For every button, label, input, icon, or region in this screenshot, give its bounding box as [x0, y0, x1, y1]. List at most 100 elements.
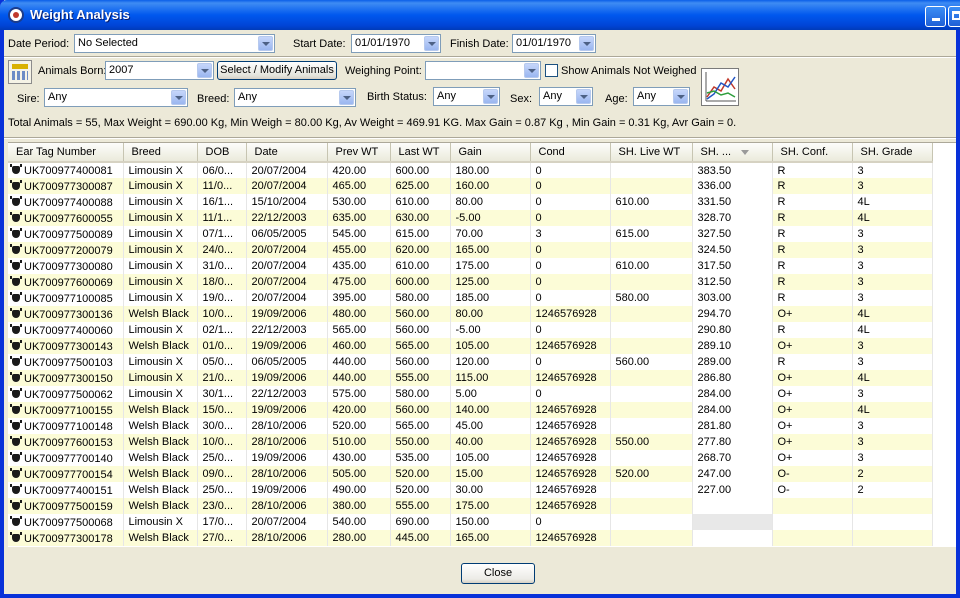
column-header-gain[interactable]: Gain [450, 143, 531, 163]
close-button[interactable]: Close [461, 563, 535, 584]
prev-wt-cell: 420.00 [327, 162, 391, 178]
maximize-button[interactable] [948, 6, 960, 27]
table-row[interactable]: UK700977200079 Limousin X 24/0... 20/07/200… [8, 242, 933, 258]
select-modify-animals-button[interactable]: Select / Modify Animals [217, 61, 337, 80]
table-row[interactable]: UK700977400081 Limousin X 06/0... 20/07/200… [8, 162, 933, 178]
table-row[interactable]: UK700977500103 Limousin X 05/0... 06/05/200… [8, 354, 933, 370]
date-period-select[interactable]: No Selected [74, 34, 275, 53]
breed-cell: Limousin X [123, 274, 198, 290]
cond-cell: 1246576928 [530, 306, 611, 322]
sh-conf-cell: O+ [772, 418, 853, 434]
cow-icon [10, 483, 22, 495]
table-row[interactable]: UK700977500089 Limousin X 07/1... 06/05/200… [8, 226, 933, 242]
table-row[interactable]: UK700977700154 Welsh Black 09/0... 28/10/20… [8, 466, 933, 482]
ear-tag-text: UK700977300080 [24, 260, 113, 273]
age-select[interactable]: Any [633, 87, 690, 106]
chevron-down-icon[interactable] [483, 89, 498, 104]
chevron-down-icon[interactable] [171, 90, 186, 105]
last-wt-cell: 560.00 [390, 354, 451, 370]
column-header-breed[interactable]: Breed [123, 143, 198, 163]
chevron-down-icon[interactable] [524, 63, 539, 78]
table-row[interactable]: UK700977100148 Welsh Black 30/0... 28/10/20… [8, 418, 933, 434]
sh-grade-cell [852, 530, 933, 546]
chevron-down-icon[interactable] [576, 89, 591, 104]
column-header-ear-tag[interactable]: Ear Tag Number [8, 143, 124, 163]
dob-cell: 10/0... [197, 434, 247, 450]
prev-wt-cell: 635.00 [327, 210, 391, 226]
table-row[interactable]: UK700977500068 Limousin X 17/0... 20/07/200… [8, 514, 933, 530]
ear-tag-text: UK700977600069 [24, 276, 113, 289]
table-row[interactable]: UK700977400151 Welsh Black 25/0... 19/09/20… [8, 482, 933, 498]
prev-wt-cell: 460.00 [327, 338, 391, 354]
sex-select[interactable]: Any [539, 87, 593, 106]
sh-conf-cell: R [772, 322, 853, 338]
column-header-last-wt[interactable]: Last WT [390, 143, 451, 163]
table-row[interactable]: UK700977100085 Limousin X 19/0... 20/07/200… [8, 290, 933, 306]
column-header-sh-live-wt[interactable]: SH. Live WT [610, 143, 693, 163]
chevron-down-icon[interactable] [339, 90, 354, 105]
table-body: UK700977400081 Limousin X 06/0... 20/07/200… [8, 162, 933, 546]
table-row[interactable]: UK700977400088 Limousin X 16/1... 15/10/200… [8, 194, 933, 210]
table-row[interactable]: UK700977300087 Limousin X 11/0... 20/07/200… [8, 178, 933, 194]
column-header-prev-wt[interactable]: Prev WT [327, 143, 391, 163]
gain-cell: 5.00 [450, 386, 531, 402]
breed-select[interactable]: Any [234, 88, 356, 107]
table-row[interactable]: UK700977600055 Limousin X 11/1... 22/12/200… [8, 210, 933, 226]
calendar-icon[interactable] [8, 60, 32, 84]
cond-cell: 0 [530, 274, 611, 290]
sh-weight-cell: 324.50 [692, 242, 773, 258]
sire-select[interactable]: Any [44, 88, 188, 107]
chevron-down-icon[interactable] [258, 36, 273, 51]
column-header-sh-weight[interactable]: SH. ... [692, 143, 773, 163]
table-row[interactable]: UK700977100155 Welsh Black 15/0... 19/09/20… [8, 402, 933, 418]
dob-cell: 02/1... [197, 322, 247, 338]
sh-conf-cell [772, 498, 853, 514]
sh-weight-cell: 328.70 [692, 210, 773, 226]
column-header-sh-grade[interactable]: SH. Grade [852, 143, 933, 163]
sh-grade-cell: 3 [852, 386, 933, 402]
show-not-weighed-checkbox[interactable] [545, 64, 558, 77]
sh-live-wt-cell [610, 498, 693, 514]
table-row[interactable]: UK700977700140 Welsh Black 25/0... 19/09/20… [8, 450, 933, 466]
table-row[interactable]: UK700977500159 Welsh Black 23/0... 28/10/20… [8, 498, 933, 514]
weight-table[interactable]: Ear Tag Number Breed DOB Date Prev WT La… [8, 142, 956, 547]
breed-cell: Limousin X [123, 386, 198, 402]
graph-button[interactable] [701, 68, 739, 106]
column-header-label: Cond [538, 146, 565, 158]
table-row[interactable]: UK700977300150 Limousin X 21/0... 19/09/200… [8, 370, 933, 386]
sh-weight-cell: 383.50 [692, 162, 773, 178]
sh-conf-cell: R [772, 194, 853, 210]
column-header-cond[interactable]: Cond [530, 143, 611, 163]
table-row[interactable]: UK700977300143 Welsh Black 01/0... 19/09/20… [8, 338, 933, 354]
date-cell: 06/05/2005 [246, 226, 328, 242]
chevron-down-icon[interactable] [579, 36, 594, 51]
table-row[interactable]: UK700977300178 Welsh Black 27/0... 28/10/20… [8, 530, 933, 546]
chevron-down-icon[interactable] [673, 89, 688, 104]
table-row[interactable]: UK700977300080 Limousin X 31/0... 20/07/200… [8, 258, 933, 274]
sh-grade-cell: 3 [852, 258, 933, 274]
cond-cell: 0 [530, 162, 611, 178]
table-row[interactable]: UK700977400060 Limousin X 02/1... 22/12/200… [8, 322, 933, 338]
prev-wt-cell: 395.00 [327, 290, 391, 306]
start-date-picker[interactable]: 01/01/1970 [351, 34, 441, 53]
column-header-label: Date [254, 146, 278, 158]
birth-status-select[interactable]: Any [433, 87, 500, 106]
finish-date-picker[interactable]: 01/01/1970 [512, 34, 596, 53]
column-header-dob[interactable]: DOB [197, 143, 247, 163]
chevron-down-icon[interactable] [424, 36, 439, 51]
minimize-button[interactable] [925, 6, 946, 27]
chevron-down-icon[interactable] [197, 63, 212, 78]
column-header-date[interactable]: Date [246, 143, 328, 163]
gain-cell: 40.00 [450, 434, 531, 450]
column-header-sh-conf[interactable]: SH. Conf. [772, 143, 853, 163]
title-bar[interactable]: Weight Analysis [0, 0, 960, 30]
table-row[interactable]: UK700977600153 Welsh Black 10/0... 28/10/20… [8, 434, 933, 450]
ear-tag-cell: UK700977500062 [8, 386, 124, 402]
table-row[interactable]: UK700977500062 Limousin X 30/1... 22/12/200… [8, 386, 933, 402]
table-row[interactable]: UK700977300136 Welsh Black 10/0... 19/09/20… [8, 306, 933, 322]
weighing-point-select[interactable] [425, 61, 541, 80]
gain-cell: 160.00 [450, 178, 531, 194]
cow-icon [10, 371, 22, 383]
animals-born-select[interactable]: 2007 [105, 61, 214, 80]
table-row[interactable]: UK700977600069 Limousin X 18/0... 20/07/200… [8, 274, 933, 290]
